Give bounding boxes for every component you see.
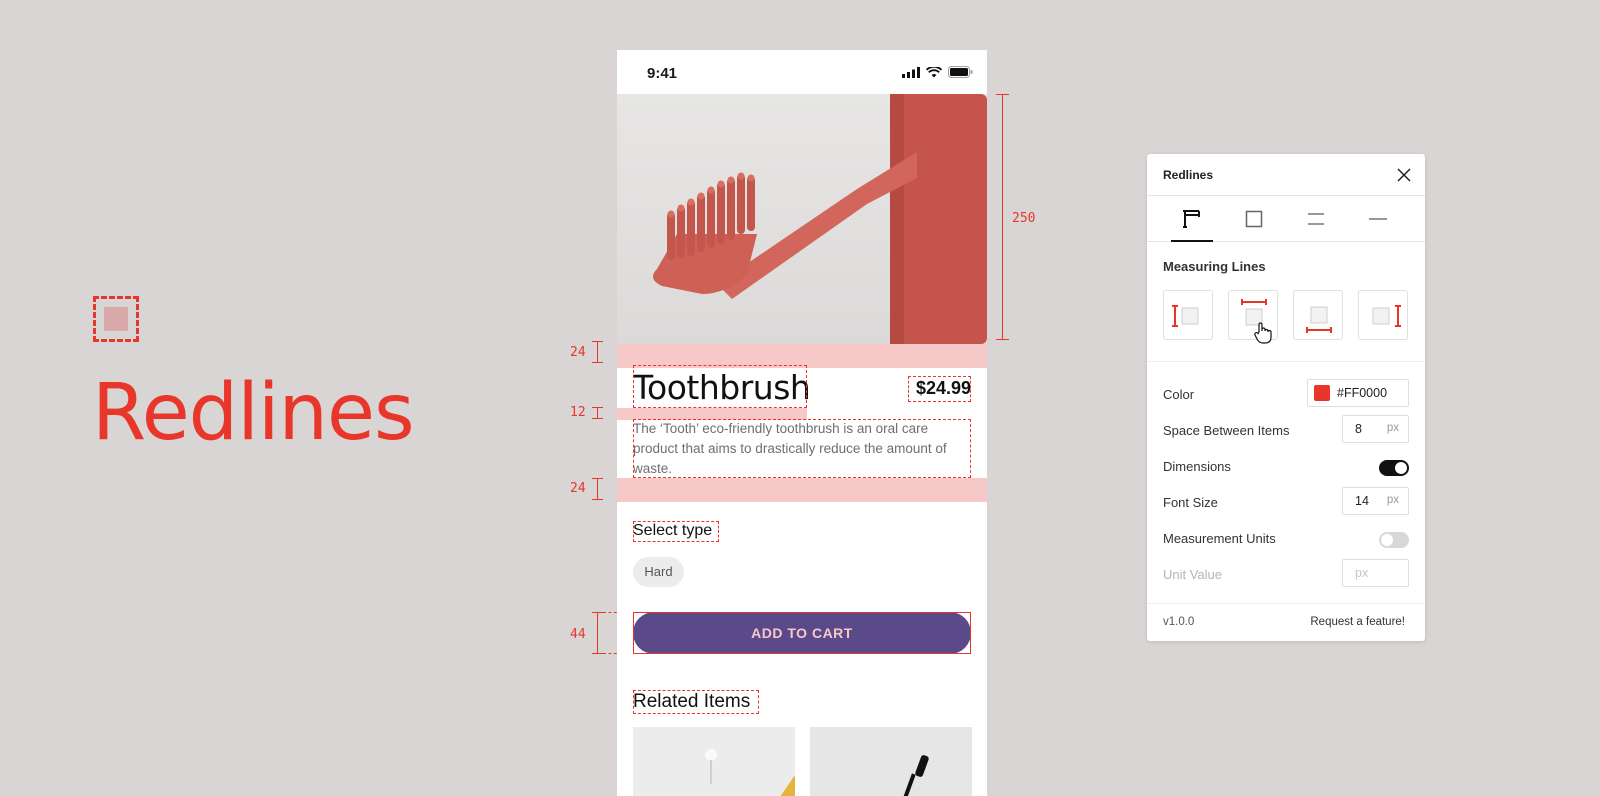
font-size-unit: px bbox=[1386, 494, 1399, 506]
space-between-label: Space Between Items bbox=[1163, 423, 1290, 438]
tab-line[interactable] bbox=[1357, 196, 1399, 242]
font-size-input[interactable]: 14 px bbox=[1342, 487, 1409, 515]
phone-mockup: 9:41 Toothbrush $24.99 The ‘Tooth’ eco-f… bbox=[617, 50, 987, 796]
panel-title: Redlines bbox=[1163, 168, 1214, 182]
measure-left-option[interactable] bbox=[1163, 290, 1213, 340]
status-bar: 9:41 bbox=[617, 50, 987, 94]
close-icon[interactable] bbox=[1395, 166, 1413, 184]
space-between-input[interactable]: 8 px bbox=[1342, 415, 1409, 443]
redlines-panel: Redlines Measuring Lines Color #FF0000 S bbox=[1147, 154, 1425, 641]
space-between-unit: px bbox=[1386, 422, 1399, 434]
related-item-thumb[interactable] bbox=[633, 727, 795, 796]
tab-spacing[interactable] bbox=[1295, 196, 1337, 242]
unit-value-input[interactable]: px bbox=[1342, 559, 1409, 587]
color-field[interactable]: #FF0000 bbox=[1307, 379, 1409, 407]
related-item-image bbox=[900, 755, 929, 796]
measure-label: 12 bbox=[570, 405, 586, 420]
spacing-icon bbox=[1308, 213, 1324, 225]
type-chip-hard[interactable]: Hard bbox=[633, 557, 684, 587]
color-label: Color bbox=[1163, 387, 1195, 402]
price-outline bbox=[908, 376, 971, 402]
cart-outline bbox=[633, 612, 971, 654]
measuring-lines-icon bbox=[1183, 210, 1200, 228]
measure-left-icon bbox=[1172, 305, 1199, 327]
font-size-value: 14 bbox=[1355, 494, 1369, 508]
measure-bottom-option[interactable] bbox=[1293, 290, 1343, 340]
spacing-band-bottom bbox=[617, 478, 987, 502]
brand-title: Redlines bbox=[92, 368, 415, 458]
panel-footer: v1.0.0 Request a feature! bbox=[1147, 603, 1425, 641]
measure-right-option[interactable] bbox=[1358, 290, 1408, 340]
request-feature-link[interactable]: Request a feature! bbox=[1310, 616, 1405, 628]
status-time: 9:41 bbox=[647, 65, 678, 82]
box-icon bbox=[1245, 210, 1263, 228]
line-icon bbox=[1369, 218, 1387, 220]
unit-value-label: Unit Value bbox=[1163, 567, 1223, 582]
toothbrush-illustration bbox=[653, 94, 987, 344]
unit-value-placeholder: px bbox=[1355, 566, 1369, 580]
hand-cursor-icon bbox=[1254, 322, 1272, 344]
measurement-units-label: Measurement Units bbox=[1163, 531, 1276, 546]
product-hero-image bbox=[617, 94, 987, 344]
measure-label: 250 bbox=[1012, 211, 1036, 226]
dimensions-toggle[interactable] bbox=[1379, 460, 1409, 476]
wifi-icon bbox=[926, 66, 942, 77]
measure-right-icon bbox=[1372, 305, 1401, 327]
description-outline bbox=[633, 419, 971, 478]
select-type-outline bbox=[633, 521, 719, 542]
measure-label: 24 bbox=[570, 481, 586, 496]
color-value: #FF0000 bbox=[1337, 386, 1388, 400]
panel-header: Redlines bbox=[1147, 154, 1425, 196]
related-title-outline bbox=[633, 690, 759, 714]
signal-icon bbox=[902, 66, 920, 78]
measurement-units-toggle[interactable] bbox=[1379, 532, 1409, 548]
related-item-thumb[interactable] bbox=[810, 727, 972, 796]
measure-label: 44 bbox=[570, 627, 586, 642]
color-swatch bbox=[1314, 385, 1330, 401]
font-size-label: Font Size bbox=[1163, 495, 1218, 510]
tab-measuring-lines[interactable] bbox=[1171, 196, 1213, 242]
tab-box[interactable] bbox=[1233, 196, 1275, 242]
battery-icon bbox=[948, 66, 973, 78]
dimensions-label: Dimensions bbox=[1163, 459, 1231, 474]
redlines-logo-icon bbox=[93, 296, 139, 342]
measure-bottom-icon bbox=[1306, 306, 1332, 333]
measure-label: 24 bbox=[570, 345, 586, 360]
title-outline bbox=[633, 365, 807, 408]
section-title: Measuring Lines bbox=[1163, 259, 1266, 274]
version-label: v1.0.0 bbox=[1163, 616, 1195, 628]
panel-tabs bbox=[1147, 196, 1425, 242]
space-between-value: 8 bbox=[1355, 422, 1362, 436]
panel-divider bbox=[1147, 361, 1425, 362]
related-item-image bbox=[705, 749, 795, 796]
